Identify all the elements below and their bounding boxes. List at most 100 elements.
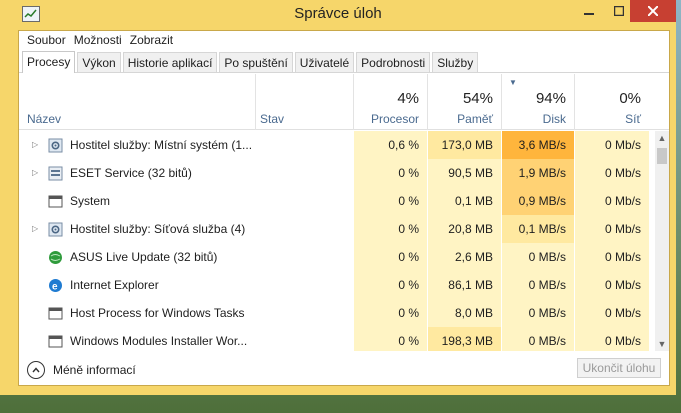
gear-icon [48, 138, 63, 153]
expand-chevron-icon[interactable]: ▷ [32, 131, 38, 159]
mem-value: 90,5 MB [428, 159, 501, 187]
column-separator[interactable] [255, 74, 256, 130]
table-row[interactable]: Host Process for Windows Tasks 0 % 8,0 MB 0… [19, 299, 655, 327]
expand-chevron-icon[interactable]: ▷ [32, 159, 38, 187]
table-row[interactable]: ▷ Hostitel služby: Síťová služba (4) 0 % 20… [19, 215, 655, 243]
disk-value: 3,6 MB/s [502, 131, 574, 159]
window-icon [48, 306, 63, 321]
disk-value: 0 MB/s [502, 327, 574, 351]
net-value: 0 Mb/s [575, 271, 649, 299]
table-row[interactable]: Windows Modules Installer Wor... 0 % 198,3… [19, 327, 655, 351]
network-column-label: Síť [625, 112, 641, 126]
column-header-row: Název Stav 4% Procesor 54% Paměť ▼ 94% D… [19, 74, 669, 130]
menu-bar: Soubor Možnosti Zobrazit [19, 31, 669, 49]
fewer-details-label: Méně informací [53, 363, 136, 377]
cpu-value: 0 % [354, 271, 427, 299]
table-row[interactable]: ASUS Live Update (32 bitů) 0 % 2,6 MB 0 MB/… [19, 243, 655, 271]
minimize-icon [584, 13, 594, 15]
process-name: Hostitel služby: Místní systém (1... [70, 138, 253, 152]
process-name: Windows Modules Installer Wor... [70, 334, 248, 348]
minimize-button[interactable] [574, 0, 604, 22]
cpu-value: 0 % [354, 159, 427, 187]
end-task-button[interactable]: Ukončit úlohu [577, 358, 661, 378]
svg-text:e: e [52, 282, 58, 293]
scrollbar-thumb[interactable] [657, 148, 667, 164]
disk-value: 0,1 MB/s [502, 215, 574, 243]
task-manager-window: Správce úloh Soubor Možnosti Zobrazit Pr… [0, 0, 676, 395]
tab-processes[interactable]: Procesy [22, 51, 76, 73]
cpu-value: 0 % [354, 215, 427, 243]
disk-value: 1,9 MB/s [502, 159, 574, 187]
scroll-up-icon[interactable]: ▲ [655, 131, 669, 145]
net-value: 0 Mb/s [575, 131, 649, 159]
process-name: Internet Explorer [70, 278, 159, 292]
maximize-icon [614, 6, 624, 16]
net-value: 0 Mb/s [575, 299, 649, 327]
chevron-up-icon [27, 361, 45, 379]
disk-total-percent: 94% [535, 90, 566, 107]
column-header-disk[interactable]: 94% Disk [502, 74, 574, 130]
footer-bar: Méně informací Ukončit úlohu [19, 353, 669, 385]
disk-column-label: Disk [542, 112, 566, 126]
disk-value: 0,9 MB/s [502, 187, 574, 215]
net-value: 0 Mb/s [575, 327, 649, 351]
cpu-value: 0 % [354, 327, 427, 351]
scroll-down-icon[interactable]: ▼ [655, 337, 669, 351]
tab-services[interactable]: Služby [432, 52, 479, 72]
cpu-column-label: Procesor [370, 112, 419, 126]
mem-value: 0,1 MB [428, 187, 501, 215]
tab-details[interactable]: Podrobnosti [356, 52, 431, 72]
window-icon [48, 334, 63, 349]
tab-app-history[interactable]: Historie aplikací [122, 52, 218, 72]
cpu-value: 0,6 % [354, 131, 427, 159]
window-icon [48, 194, 63, 209]
process-name: Hostitel služby: Síťová služba (4) [70, 222, 246, 236]
column-header-status[interactable]: Stav [260, 112, 284, 126]
disk-value: 0 MB/s [502, 299, 574, 327]
table-row[interactable]: ▷ Hostitel služby: Místní systém (1... 0,6… [19, 131, 655, 159]
tab-performance[interactable]: Výkon [77, 52, 121, 72]
memory-total-percent: 54% [462, 90, 493, 107]
column-header-network[interactable]: 0% Síť [575, 74, 649, 130]
menu-options[interactable]: Možnosti [72, 31, 128, 49]
menu-file[interactable]: Soubor [25, 31, 72, 49]
mem-value: 86,1 MB [428, 271, 501, 299]
cpu-value: 0 % [354, 299, 427, 327]
cpu-value: 0 % [354, 187, 427, 215]
process-name: Host Process for Windows Tasks [70, 306, 245, 320]
mem-value: 8,0 MB [428, 299, 501, 327]
fewer-details-button[interactable]: Méně informací [27, 359, 136, 381]
net-value: 0 Mb/s [575, 215, 649, 243]
network-total-percent: 0% [619, 90, 641, 107]
vertical-scrollbar[interactable]: ▲ ▼ [655, 131, 669, 351]
column-header-cpu[interactable]: 4% Procesor [354, 74, 427, 130]
close-button[interactable] [630, 0, 676, 22]
mem-value: 2,6 MB [428, 243, 501, 271]
cpu-total-percent: 4% [397, 90, 419, 107]
menu-view[interactable]: Zobrazit [128, 31, 179, 49]
tab-strip: Procesy Výkon Historie aplikací Po spušt… [19, 51, 669, 73]
disk-value: 0 MB/s [502, 271, 574, 299]
mem-value: 198,3 MB [428, 327, 501, 351]
net-value: 0 Mb/s [575, 187, 649, 215]
net-value: 0 Mb/s [575, 243, 649, 271]
mem-value: 20,8 MB [428, 215, 501, 243]
ie-icon: e [48, 278, 63, 293]
memory-column-label: Paměť [457, 112, 493, 126]
column-header-memory[interactable]: 54% Paměť [428, 74, 501, 130]
globe-icon [48, 250, 63, 265]
expand-chevron-icon[interactable]: ▷ [32, 215, 38, 243]
close-icon [648, 6, 658, 16]
column-header-name[interactable]: Název [27, 112, 61, 126]
service-icon [48, 166, 63, 181]
process-name: ESET Service (32 bitů) [70, 166, 192, 180]
table-row[interactable]: e Internet Explorer 0 % 86,1 MB 0 MB/s 0 Mb/s [19, 271, 655, 299]
client-area: Soubor Možnosti Zobrazit Procesy Výkon H… [18, 30, 670, 386]
mem-value: 173,0 MB [428, 131, 501, 159]
tab-startup[interactable]: Po spuštění [219, 52, 293, 72]
table-row[interactable]: System 0 % 0,1 MB 0,9 MB/s 0 Mb/s [19, 187, 655, 215]
title-bar[interactable]: Správce úloh [0, 0, 676, 30]
tab-users[interactable]: Uživatelé [294, 52, 355, 72]
table-row[interactable]: ▷ ESET Service (32 bitů) 0 % 90,5 MB 1,9 MB/… [19, 159, 655, 187]
process-name: ASUS Live Update (32 bitů) [70, 250, 218, 264]
